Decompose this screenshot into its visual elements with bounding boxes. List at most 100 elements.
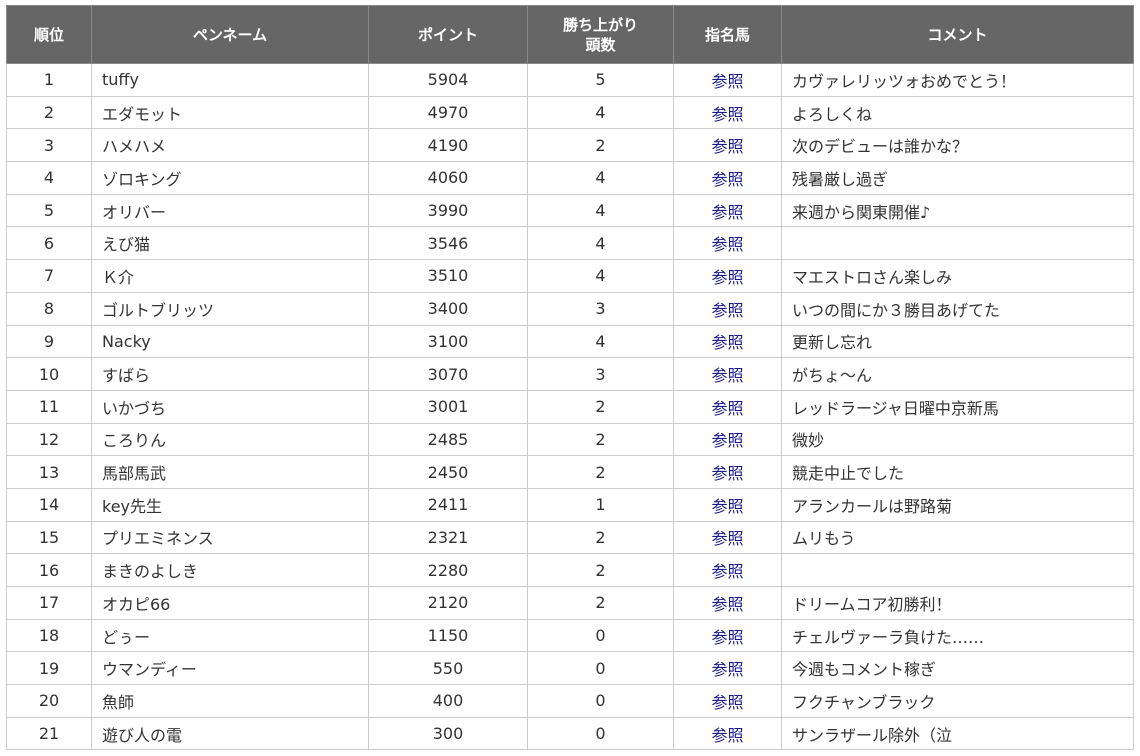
pen-name-cell: 馬部馬武	[91, 455, 369, 489]
wins-cell: 2	[527, 553, 674, 587]
pen-name-cell: ハメハメ	[91, 128, 369, 163]
reference-link[interactable]: 参照	[711, 464, 743, 483]
nominated-cell: 参照	[673, 618, 782, 653]
rank-cell: 6	[6, 226, 92, 261]
points-cell: 3001	[368, 389, 528, 424]
reference-link[interactable]: 参照	[711, 529, 743, 548]
points-cell: 3990	[368, 193, 528, 228]
reference-link[interactable]: 参照	[711, 595, 743, 614]
reference-link[interactable]: 参照	[711, 726, 743, 745]
pen-name-cell: Nacky	[91, 324, 369, 359]
points-cell: 5904	[368, 63, 528, 97]
table-row: 15 プリエミネンス 2321 2 参照 ムリもう	[6, 520, 1134, 555]
wins-cell: 4	[527, 193, 674, 228]
wins-cell: 5	[527, 63, 674, 97]
rank-cell: 16	[6, 553, 92, 587]
header-nominated-horses[interactable]: 指名馬	[673, 5, 782, 64]
pen-name-cell: えび猫	[91, 226, 369, 261]
points-cell: 2485	[368, 422, 528, 457]
rank-cell: 13	[6, 455, 92, 489]
nominated-cell: 参照	[673, 422, 782, 457]
header-points[interactable]: ポイント	[368, 5, 528, 64]
comment-cell: 競走中止でした	[781, 455, 1134, 489]
reference-link[interactable]: 参照	[711, 693, 743, 712]
comment-cell: 更新し忘れ	[781, 324, 1134, 359]
reference-link[interactable]: 参照	[711, 660, 743, 679]
table-row: 1 tuffy 5904 5 参照 カヴァレリッツォおめでとう！	[6, 63, 1134, 97]
wins-cell: 0	[527, 684, 674, 718]
reference-link[interactable]: 参照	[711, 203, 743, 222]
comment-cell: チェルヴァーラ負けた……	[781, 618, 1134, 653]
header-pen-name[interactable]: ペンネーム	[91, 5, 369, 64]
points-cell: 2280	[368, 553, 528, 587]
points-cell: 4970	[368, 95, 528, 130]
rank-cell: 4	[6, 161, 92, 195]
wins-cell: 2	[527, 586, 674, 620]
reference-link[interactable]: 参照	[711, 170, 743, 189]
nominated-cell: 参照	[673, 193, 782, 228]
reference-link[interactable]: 参照	[711, 301, 743, 320]
nominated-cell: 参照	[673, 291, 782, 326]
reference-link[interactable]: 参照	[711, 399, 743, 418]
pen-name-cell: ゾロキング	[91, 161, 369, 195]
nominated-cell: 参照	[673, 128, 782, 163]
wins-cell: 3	[527, 291, 674, 326]
table-row: 5 オリバー 3990 4 参照 来週から関東開催♪	[6, 193, 1134, 228]
reference-link[interactable]: 参照	[711, 562, 743, 581]
table-row: 16 まきのよしき 2280 2 参照	[6, 553, 1134, 587]
rank-cell: 5	[6, 193, 92, 228]
rank-cell: 18	[6, 618, 92, 653]
wins-cell: 4	[527, 226, 674, 261]
nominated-cell: 参照	[673, 520, 782, 555]
reference-link[interactable]: 参照	[711, 628, 743, 647]
points-cell: 3546	[368, 226, 528, 261]
reference-link[interactable]: 参照	[711, 235, 743, 254]
pen-name-cell: プリエミネンス	[91, 520, 369, 555]
comment-cell: いつの間にか３勝目あげてた	[781, 291, 1134, 326]
reference-link[interactable]: 参照	[711, 497, 743, 516]
nominated-cell: 参照	[673, 259, 782, 293]
header-row: 順位 ペンネーム ポイント 勝ち上がり 頭数 指名馬 コメント	[6, 5, 1134, 64]
reference-link[interactable]: 参照	[711, 333, 743, 352]
comment-cell: フクチャンブラック	[781, 684, 1134, 718]
nominated-cell: 参照	[673, 651, 782, 686]
nominated-cell: 参照	[673, 455, 782, 489]
wins-cell: 3	[527, 357, 674, 391]
table-row: 4 ゾロキング 4060 4 参照 残暑厳し過ぎ	[6, 161, 1134, 195]
points-cell: 4060	[368, 161, 528, 195]
comment-cell: ムリもう	[781, 520, 1134, 555]
reference-link[interactable]: 参照	[711, 137, 743, 156]
reference-link[interactable]: 参照	[711, 268, 743, 287]
reference-link[interactable]: 参照	[711, 366, 743, 385]
nominated-cell: 参照	[673, 553, 782, 587]
header-rank[interactable]: 順位	[6, 5, 92, 64]
wins-cell: 2	[527, 389, 674, 424]
header-comment[interactable]: コメント	[781, 5, 1134, 64]
comment-cell: よろしくね	[781, 95, 1134, 130]
comment-cell: がちょ～ん	[781, 357, 1134, 391]
nominated-cell: 参照	[673, 63, 782, 97]
table-row: 2 エダモット 4970 4 参照 よろしくね	[6, 95, 1134, 130]
table-row: 6 えび猫 3546 4 参照	[6, 226, 1134, 261]
reference-link[interactable]: 参照	[711, 105, 743, 124]
table-row: 11 いかづち 3001 2 参照 レッドラージャ日曜中京新馬	[6, 389, 1134, 424]
rank-cell: 14	[6, 487, 92, 522]
points-cell: 3510	[368, 259, 528, 293]
header-wins-line1: 勝ち上がり	[562, 15, 638, 34]
comment-cell: サンラザール除外（泣	[781, 716, 1134, 751]
table-row: 10 すばら 3070 3 参照 がちょ～ん	[6, 357, 1134, 391]
comment-cell: 微妙	[781, 422, 1134, 457]
wins-cell: 0	[527, 716, 674, 751]
points-cell: 400	[368, 684, 528, 718]
comment-cell: 残暑厳し過ぎ	[781, 161, 1134, 195]
points-cell: 300	[368, 716, 528, 751]
reference-link[interactable]: 参照	[711, 72, 743, 91]
wins-cell: 4	[527, 161, 674, 195]
reference-link[interactable]: 参照	[711, 431, 743, 450]
points-cell: 550	[368, 651, 528, 686]
points-cell: 2321	[368, 520, 528, 555]
comment-cell	[781, 226, 1134, 261]
points-cell: 2120	[368, 586, 528, 620]
header-wins[interactable]: 勝ち上がり 頭数	[527, 5, 674, 64]
nominated-cell: 参照	[673, 324, 782, 359]
